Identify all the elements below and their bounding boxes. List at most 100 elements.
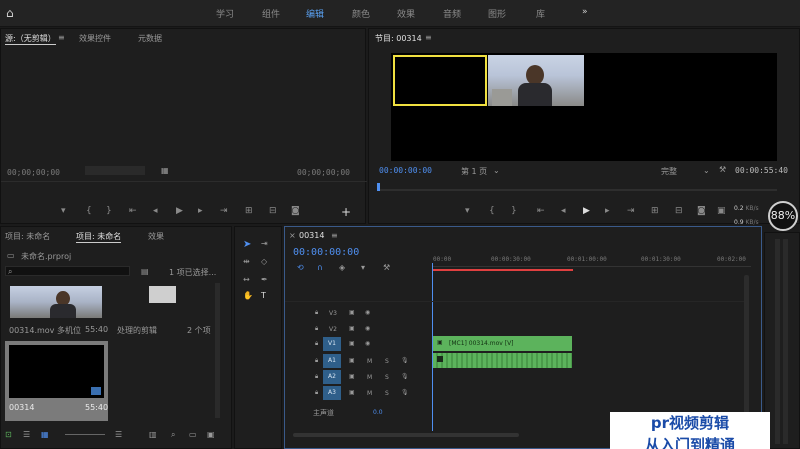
- source-zoom-select[interactable]: [85, 166, 145, 175]
- linked-selection-icon[interactable]: ◈: [339, 263, 345, 272]
- lock-icon[interactable]: 🔒︎: [315, 340, 318, 348]
- nav-assembly[interactable]: 组件: [262, 7, 280, 20]
- sort-icon[interactable]: ☰: [115, 430, 122, 439]
- eye-icon[interactable]: ◉: [365, 309, 370, 316]
- tab-metadata[interactable]: 元数据: [138, 33, 162, 44]
- nav-audio[interactable]: 音频: [443, 7, 461, 20]
- solo-button[interactable]: S: [385, 358, 389, 365]
- snap-icon[interactable]: ∩: [317, 263, 323, 272]
- nav-editing[interactable]: 编辑: [306, 7, 324, 20]
- type-tool-icon[interactable]: T: [261, 291, 266, 300]
- track-target-v1[interactable]: V1: [323, 337, 341, 351]
- nest-icon[interactable]: ⟲: [297, 263, 304, 272]
- timeline-h-scrollbar[interactable]: [293, 433, 519, 437]
- step-back-icon[interactable]: ◂: [561, 206, 566, 216]
- nav-color[interactable]: 颜色: [352, 7, 370, 20]
- page-select[interactable]: 第 1 页: [461, 166, 487, 177]
- icon-view-icon[interactable]: ▦: [41, 430, 49, 439]
- sync-lock-icon[interactable]: ▣: [349, 357, 355, 364]
- timeline-v-scrollbar[interactable]: [744, 275, 749, 415]
- go-to-out-icon[interactable]: ⇥: [220, 206, 228, 216]
- microphone-icon[interactable]: 🎙︎: [401, 373, 409, 380]
- lock-icon[interactable]: 🔒︎: [315, 325, 318, 333]
- mute-button[interactable]: M: [367, 374, 372, 381]
- mark-out-icon[interactable]: }: [106, 206, 112, 216]
- track-target-a2[interactable]: A2: [323, 370, 341, 384]
- multicam-angle-1[interactable]: [393, 55, 487, 106]
- pen-tool-icon[interactable]: ✒: [261, 275, 268, 284]
- go-to-in-icon[interactable]: ⇤: [129, 206, 137, 216]
- program-menu-icon[interactable]: ≡: [425, 33, 432, 42]
- track-target-a1[interactable]: A1: [323, 354, 341, 368]
- program-title[interactable]: 节目: 00314: [375, 33, 422, 44]
- go-to-out-icon[interactable]: ⇥: [627, 206, 635, 216]
- step-forward-icon[interactable]: ▸: [605, 206, 610, 216]
- home-icon[interactable]: ⌂: [6, 6, 20, 20]
- fit-select[interactable]: 完整: [661, 166, 677, 177]
- wrench-icon[interactable]: ⚒: [719, 165, 726, 174]
- sync-lock-icon[interactable]: ▣: [349, 325, 355, 332]
- audio-clip-a1[interactable]: [433, 353, 572, 368]
- insert-icon[interactable]: ⊞: [245, 206, 253, 216]
- new-bin-icon[interactable]: ▤: [141, 267, 149, 276]
- camera-icon[interactable]: ◙: [697, 206, 706, 216]
- razor-tool-icon[interactable]: ◇: [261, 257, 267, 266]
- work-area-bar[interactable]: [433, 269, 573, 271]
- track-target-a3[interactable]: A3: [323, 386, 341, 400]
- automate-icon[interactable]: ▥: [149, 430, 157, 439]
- sync-lock-icon[interactable]: ▣: [349, 373, 355, 380]
- mark-in-icon[interactable]: {: [489, 206, 495, 216]
- marker-icon[interactable]: ▾: [465, 206, 470, 216]
- play-icon[interactable]: ▶: [176, 206, 183, 216]
- source-menu-icon[interactable]: ≡: [58, 33, 65, 42]
- project-search-input[interactable]: ⌕: [5, 266, 130, 276]
- nav-effects[interactable]: 效果: [397, 7, 415, 20]
- ripple-edit-tool-icon[interactable]: ⇹: [243, 257, 250, 266]
- eye-icon[interactable]: ◉: [365, 325, 370, 332]
- lock-icon[interactable]: 🔒︎: [315, 373, 318, 381]
- tab-effect-controls[interactable]: 效果控件: [79, 33, 111, 44]
- step-back-icon[interactable]: ◂: [153, 206, 158, 216]
- video-clip[interactable]: ▣ [MC1] 00314.mov [V]: [433, 336, 572, 351]
- tab-project-2[interactable]: 项目: 未命名: [76, 231, 122, 243]
- add-marker-icon[interactable]: ▾: [361, 263, 365, 272]
- program-timecode[interactable]: 00:00:00:00: [379, 166, 432, 175]
- time-ruler[interactable]: 00:00 00:00:30:00 00:01:00:00 00:01:30:0…: [433, 251, 751, 273]
- lock-icon[interactable]: 🔒︎: [315, 389, 318, 397]
- list-view-icon[interactable]: ☰: [23, 430, 30, 439]
- tab-effects[interactable]: 效果: [148, 231, 164, 242]
- eye-icon[interactable]: ◉: [365, 340, 370, 347]
- mark-in-icon[interactable]: {: [86, 206, 92, 216]
- track-select-tool-icon[interactable]: ⇥: [261, 239, 268, 248]
- slip-tool-icon[interactable]: ↔: [243, 275, 250, 284]
- lock-icon[interactable]: ⊡: [5, 430, 12, 439]
- add-button-icon[interactable]: +: [341, 205, 351, 219]
- clip-thumbnail[interactable]: [10, 286, 102, 318]
- zoom-slider[interactable]: [65, 434, 105, 435]
- timeline-settings-icon[interactable]: ⚒: [383, 263, 390, 272]
- camera-icon[interactable]: ◙: [291, 206, 300, 216]
- program-scrub-bar[interactable]: [377, 189, 777, 191]
- play-icon[interactable]: ▶: [583, 206, 590, 216]
- bin-thumbnail[interactable]: [149, 286, 176, 303]
- lock-icon[interactable]: 🔒︎: [315, 357, 318, 365]
- tab-source[interactable]: 源:（无剪辑）: [5, 33, 56, 45]
- chevron-down-icon[interactable]: ⌄: [703, 166, 710, 175]
- sync-lock-icon[interactable]: ▣: [349, 309, 355, 316]
- nav-more-button[interactable]: »: [582, 7, 588, 17]
- multicam-icon[interactable]: ▣: [717, 206, 726, 216]
- marker-icon[interactable]: ▾: [61, 206, 66, 216]
- settings-icon[interactable]: ▦: [161, 166, 169, 175]
- bin-name[interactable]: 处理的剪辑: [117, 325, 157, 336]
- go-to-in-icon[interactable]: ⇤: [537, 206, 545, 216]
- overwrite-icon[interactable]: ⊟: [269, 206, 277, 216]
- close-icon[interactable]: ×: [289, 231, 296, 240]
- nav-libraries[interactable]: 库: [536, 7, 545, 20]
- master-volume[interactable]: 0.0: [373, 409, 383, 416]
- clip-name[interactable]: 00314.mov 多机位: [9, 325, 81, 336]
- step-forward-icon[interactable]: ▸: [198, 206, 203, 216]
- project-scrollbar[interactable]: [215, 283, 220, 418]
- microphone-icon[interactable]: 🎙︎: [401, 357, 409, 364]
- timeline-menu-icon[interactable]: ≡: [331, 231, 338, 240]
- source-timecode-in[interactable]: 00;00;00;00: [7, 168, 60, 177]
